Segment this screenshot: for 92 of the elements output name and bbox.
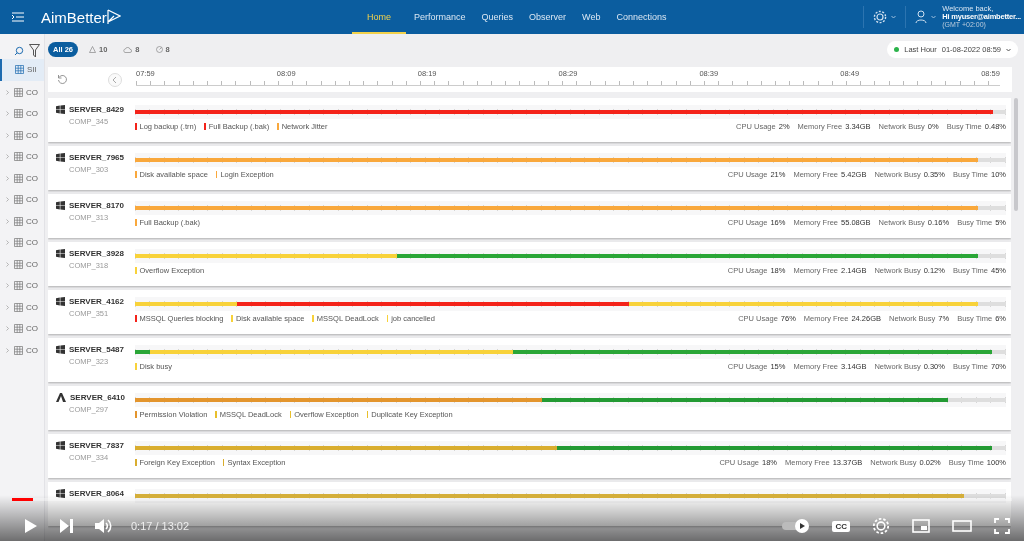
theater-icon[interactable] — [952, 520, 972, 532]
play-icon[interactable] — [24, 518, 38, 534]
scrollbar-thumb[interactable] — [1014, 98, 1018, 211]
sidebar-item[interactable]: CO — [0, 189, 44, 211]
sidebar-item[interactable]: CO — [0, 296, 44, 318]
chevron-icon[interactable] — [6, 89, 9, 95]
sidebar-item[interactable]: CO — [0, 103, 44, 125]
autoplay-toggle[interactable] — [782, 519, 811, 533]
peak-icon — [56, 393, 66, 402]
windows-icon — [56, 297, 65, 306]
menu-icon[interactable] — [12, 12, 24, 22]
nav-tab[interactable]: Queries — [473, 0, 522, 34]
grid-icon — [14, 302, 23, 312]
volume-icon[interactable] — [95, 518, 113, 534]
grid-icon — [14, 345, 23, 355]
captions-button[interactable]: CC — [832, 520, 850, 532]
chevron-icon[interactable] — [6, 240, 9, 246]
cloud-icon — [123, 46, 133, 53]
chevron-icon[interactable] — [6, 132, 9, 138]
server-name[interactable]: SERVER_3928 — [69, 249, 124, 258]
chevron-icon[interactable] — [6, 347, 9, 353]
chevron-icon[interactable] — [6, 283, 9, 289]
progress-track[interactable] — [12, 498, 1012, 501]
grid-icon — [14, 173, 23, 183]
nav-tab[interactable]: Home — [352, 0, 406, 34]
grid-icon — [15, 65, 24, 75]
sidebar-item[interactable]: CO — [0, 232, 44, 254]
windows-icon — [56, 345, 65, 354]
grid-icon — [14, 152, 23, 162]
time-text: 0:17 / 13:02 — [131, 520, 190, 532]
server-name[interactable]: SERVER_4162 — [69, 297, 124, 306]
server-name[interactable]: SERVER_8170 — [69, 201, 124, 210]
nav-tab[interactable]: Observer — [521, 0, 575, 34]
chevron-icon[interactable] — [6, 154, 9, 160]
server-name[interactable]: SERVER_7965 — [69, 153, 124, 162]
sidebar-item[interactable]: CO — [0, 253, 44, 275]
caret-icon — [891, 15, 897, 19]
grid-icon — [14, 324, 23, 334]
grid-icon — [14, 130, 23, 140]
previous-button[interactable] — [108, 72, 122, 87]
sidebar-item[interactable]: CO — [0, 210, 44, 232]
filter-icon[interactable] — [29, 43, 40, 58]
server-name[interactable]: SERVER_7837 — [69, 441, 124, 450]
nav-tab[interactable]: Connections — [608, 0, 675, 34]
server-name[interactable]: SERVER_5487 — [69, 345, 124, 354]
windows-icon — [56, 105, 65, 114]
chevron-icon[interactable] — [6, 218, 9, 224]
caret-icon — [931, 15, 937, 19]
gauge-icon — [155, 46, 163, 53]
chevron-icon[interactable] — [6, 175, 9, 181]
server-name[interactable]: SERVER_8064 — [69, 489, 124, 498]
fullscreen-icon[interactable] — [994, 518, 1010, 534]
sidebar-item[interactable]: CO — [0, 339, 44, 361]
sidebar-item[interactable]: CO — [0, 81, 44, 103]
sidebar-item[interactable]: CO — [0, 318, 44, 340]
server-name[interactable]: SERVER_6410 — [70, 393, 125, 402]
sidebar-item[interactable]: CO — [0, 167, 44, 189]
server-name[interactable]: SERVER_8429 — [69, 105, 124, 114]
chevron-icon[interactable] — [6, 304, 9, 310]
nav-tab[interactable]: Web — [574, 0, 609, 34]
grid-icon — [14, 109, 23, 119]
windows-icon — [56, 489, 65, 498]
windows-icon — [56, 153, 65, 162]
search-icon[interactable] — [14, 45, 24, 56]
logo-text: AimBetter — [41, 8, 107, 26]
windows-icon — [56, 201, 65, 210]
grid-icon — [14, 195, 23, 205]
sidebar-item[interactable]: CO — [0, 124, 44, 146]
miniplayer-icon[interactable] — [912, 519, 930, 533]
caret-icon — [1006, 47, 1011, 52]
warning-icon — [89, 46, 96, 53]
chevron-icon[interactable] — [6, 111, 9, 117]
chevron-icon[interactable] — [6, 326, 9, 332]
next-icon[interactable] — [60, 519, 73, 533]
grid-icon — [14, 259, 23, 269]
flag-icon — [106, 9, 121, 25]
grid-icon — [14, 87, 23, 97]
grid-icon — [14, 216, 23, 226]
sidebar-item[interactable]: CO — [0, 275, 44, 297]
settings-icon[interactable] — [873, 10, 888, 24]
chevron-icon[interactable] — [6, 197, 9, 203]
nav-tab[interactable]: Performance — [406, 0, 474, 34]
status-dot — [894, 47, 900, 52]
windows-icon — [56, 249, 65, 258]
chevron-icon[interactable] — [6, 261, 9, 267]
grid-icon — [14, 238, 23, 248]
sidebar-item[interactable]: SII — [0, 59, 44, 81]
sidebar-item[interactable]: CO — [0, 146, 44, 168]
user-icon[interactable] — [915, 10, 928, 24]
windows-icon — [56, 441, 65, 450]
refresh-icon[interactable] — [57, 74, 68, 85]
grid-icon — [14, 281, 23, 291]
